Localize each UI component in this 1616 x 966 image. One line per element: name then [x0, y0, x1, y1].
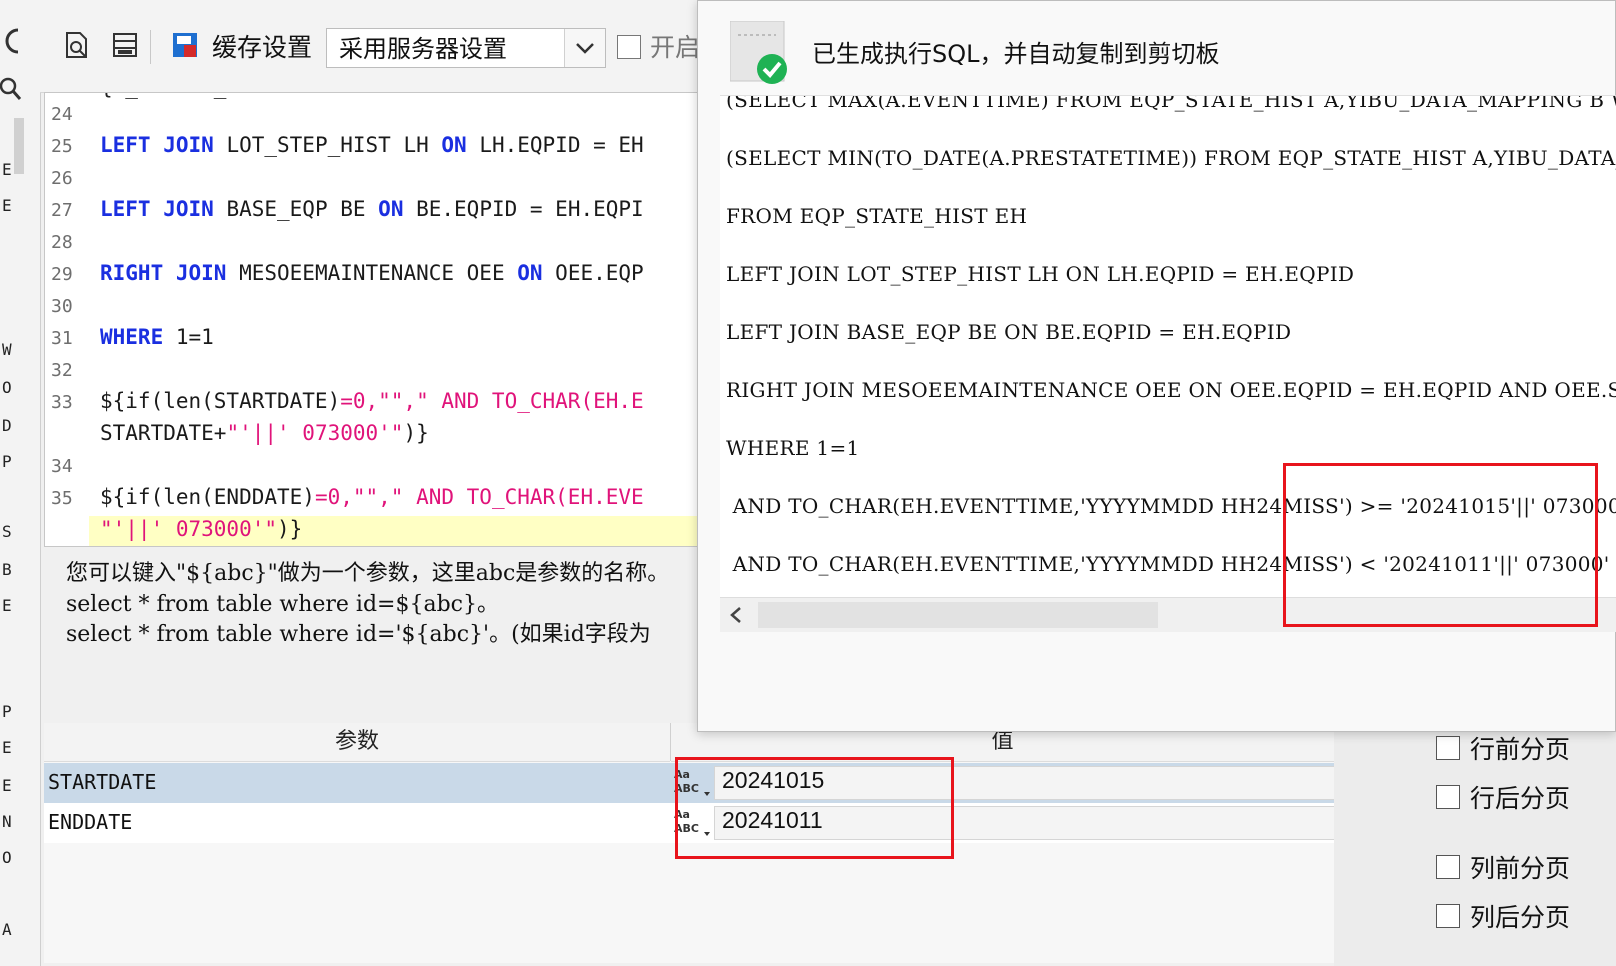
svg-text:Aa: Aa [674, 808, 690, 821]
left-strip-letter: E [2, 196, 12, 215]
sql-line: LEFT JOIN BASE_EQP BE ON BE.EQPID = EH.E… [726, 320, 1292, 344]
left-strip-letter: B [2, 560, 12, 579]
left-strip-letter: W [2, 340, 12, 359]
preview-icon[interactable] [62, 30, 92, 60]
line-number: 27 [51, 200, 73, 221]
horizontal-scrollbar[interactable] [720, 597, 1616, 632]
sql-line: FROM EQP_STATE_HIST EH [726, 204, 1028, 228]
toolbar: 缓存设置 采用服务器设置 开启 [40, 0, 720, 93]
left-strip-letter: E [2, 738, 12, 757]
line-number: 24 [51, 104, 73, 125]
line-number: 35 [51, 488, 73, 509]
code-line: LEFT JOIN LOT_STEP_HIST LH ON LH.EQPID =… [100, 133, 644, 157]
line-number: 33 [51, 392, 73, 413]
code-line: ${if(len(STARTDATE)=0,""," AND TO_CHAR(E… [100, 389, 644, 413]
page-break-before-row-checkbox[interactable] [1436, 736, 1460, 760]
sql-line: AND TO_CHAR(EH.EVENTTIME,'YYYYMMDD HH24M… [726, 552, 1610, 576]
line-number: 25 [51, 136, 73, 157]
code-line: RIGHT JOIN MESOEEMAINTENANCE OEE ON OEE.… [100, 261, 644, 285]
code-line: STARTDATE+"'||' 073000'")} [100, 421, 429, 445]
param-column-header[interactable]: 参数 [44, 723, 670, 762]
left-partial-panel: EEWODPSBEPEENOA [0, 0, 41, 966]
code-line: ${if(len(ENDDATE)=0,""," AND TO_CHAR(EH.… [100, 485, 644, 509]
page-break-after-column-checkbox[interactable] [1436, 904, 1460, 928]
line-number: 26 [51, 168, 73, 189]
cache-settings-icon[interactable] [170, 30, 200, 60]
checkbox-label: 列前分页 [1470, 854, 1571, 883]
svg-text:ABC: ABC [674, 782, 699, 795]
left-strip-letter: E [2, 596, 12, 615]
code-line: LEFT JOIN BASE_EQP BE ON BE.EQPID = EH.E… [100, 197, 644, 221]
sql-line: (SELECT MAX(A.EVENTTIME) FROM EQP_STATE_… [726, 95, 1616, 112]
success-check-icon [730, 21, 787, 84]
chevron-down-icon[interactable] [564, 29, 605, 67]
param-value: 20241011 [722, 807, 823, 833]
line-number: 34 [51, 456, 73, 477]
page-break-after-row-checkbox[interactable] [1436, 785, 1460, 809]
code-line: WHERE 1=1 [100, 325, 214, 349]
sql-line: AND TO_CHAR(EH.EVENTTIME,'YYYYMMDD HH24M… [726, 494, 1616, 518]
sql-editor[interactable]: { _ _ 24 25 LEFT JOIN LOT_STEP_HIST LH ON … [44, 92, 704, 547]
param-name: ENDDATE [48, 810, 133, 834]
cache-mode-value: 采用服务器设置 [339, 35, 507, 63]
left-strip-letter: A [2, 920, 12, 939]
sql-line: LEFT JOIN LOT_STEP_HIST LH ON LH.EQPID =… [726, 262, 1355, 286]
cache-settings-label: 缓存设置 [212, 33, 313, 62]
toolbar-divider [150, 30, 151, 64]
line-number: 31 [51, 328, 73, 349]
checkbox-label: 列后分页 [1470, 903, 1571, 932]
parameter-table: 参数 值 STARTDATE Aa ABC 20241015 ENDDATE Aa… [44, 723, 1338, 963]
generated-sql-text[interactable]: (SELECT MAX(A.EVENTTIME) FROM EQP_STATE_… [720, 95, 1616, 626]
search-icon[interactable] [0, 74, 24, 104]
scrollbar-thumb[interactable] [758, 602, 1158, 628]
left-strip-letter: E [2, 160, 12, 179]
enable-checkbox-label: 开启 [650, 33, 701, 62]
left-strip-letter: O [2, 848, 12, 867]
left-strip-letter: P [2, 452, 12, 471]
sql-line: (SELECT MIN(TO_DATE(A.PRESTATETIME)) FRO… [726, 146, 1616, 170]
hint-line-3: select * from table where id='${abc}'。(如… [66, 622, 651, 647]
sql-line: RIGHT JOIN MESOEEMAINTENANCE OEE ON OEE.… [726, 378, 1616, 402]
line-number-gutter [45, 93, 89, 546]
line-number: 30 [51, 296, 73, 317]
scroll-left-icon[interactable] [726, 604, 746, 626]
left-strip-letter: S [2, 522, 12, 541]
abc-type-icon[interactable]: Aa ABC [672, 806, 710, 840]
sql-line: WHERE 1=1 [726, 436, 860, 460]
refresh-icon[interactable] [0, 22, 22, 62]
line-number: 32 [51, 360, 73, 381]
svg-text:ABC: ABC [674, 822, 699, 835]
hint-line-2: select * from table where id=${abc}。 [66, 592, 499, 617]
param-name: STARTDATE [48, 770, 157, 794]
clipped-code-line: { _ _ [100, 93, 226, 99]
checkbox-label: 行前分页 [1470, 735, 1571, 764]
sql-generated-popup[interactable]: 已生成执行SQL，并自动复制到剪切板 (SELECT MAX(A.EVENTTI… [697, 0, 1616, 732]
left-strip-letter: D [2, 416, 12, 435]
left-strip-letter: E [2, 776, 12, 795]
enable-checkbox[interactable] [617, 35, 641, 59]
code-line: "'||' 073000'")} [100, 517, 303, 541]
left-scroll-thumb[interactable] [14, 118, 24, 174]
left-strip-letter: N [2, 812, 12, 831]
left-strip-letter: O [2, 378, 12, 397]
abc-type-icon[interactable]: Aa ABC [672, 766, 710, 800]
line-number: 28 [51, 232, 73, 253]
popup-message: 已生成执行SQL，并自动复制到剪切板 [812, 40, 1220, 68]
database-icon[interactable] [110, 30, 140, 60]
table-row[interactable]: ENDDATE Aa ABC 20241011 [44, 803, 1338, 843]
param-value: 20241015 [722, 767, 825, 793]
page-break-before-column-checkbox[interactable] [1436, 855, 1460, 879]
line-number: 29 [51, 264, 73, 285]
svg-text:Aa: Aa [674, 768, 690, 781]
left-strip-letter: P [2, 702, 12, 721]
checkbox-label: 行后分页 [1470, 784, 1571, 813]
hint-line-1: 您可以键入"${abc}"做为一个参数，这里abc是参数的名称。 [66, 561, 670, 586]
cache-mode-select[interactable]: 采用服务器设置 [326, 28, 606, 68]
table-row[interactable]: STARTDATE Aa ABC 20241015 [44, 763, 1338, 803]
